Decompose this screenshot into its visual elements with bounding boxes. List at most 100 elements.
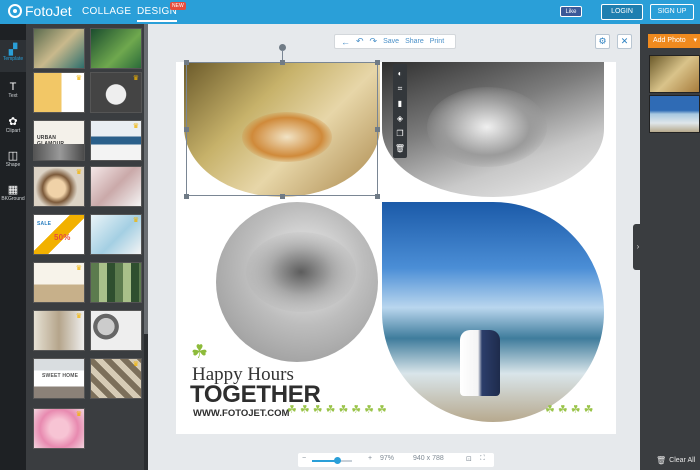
template-thumb[interactable]: [90, 310, 142, 351]
template-thumb[interactable]: ♛: [90, 358, 142, 399]
fit-screen-icon[interactable]: ⊡: [466, 455, 472, 463]
template-scrollbar-thumb[interactable]: [144, 24, 148, 334]
resize-handle[interactable]: [280, 194, 285, 199]
premium-crown-icon: ♛: [75, 265, 82, 272]
template-thumb[interactable]: ♛: [33, 262, 85, 303]
zoom-bar: − + 97% 940 x 788 ⊡ ⛶: [298, 453, 494, 467]
premium-crown-icon: ♛: [132, 123, 139, 130]
zoom-slider-knob[interactable]: [333, 457, 341, 464]
background-icon: ▦: [7, 184, 19, 196]
template-thumb[interactable]: SALE 50%: [33, 214, 85, 255]
crop-icon[interactable]: ⌗: [393, 82, 407, 96]
template-panel: ♛ ♛ URBAN GLAMOUR ♛ ♛ SALE 50% ♛ ♛ ♛ SWE…: [26, 24, 148, 470]
canvas-size: 940 x 788: [413, 455, 444, 462]
zoom-percent: 97%: [380, 455, 395, 462]
template-thumb[interactable]: [90, 166, 142, 207]
clover-clipart-icon[interactable]: ☘: [191, 343, 208, 362]
clover-row-icon[interactable]: ☘☘☘☘: [545, 405, 596, 416]
new-badge: NEW: [170, 2, 186, 10]
tool-shape[interactable]: ◫ Shape: [0, 146, 26, 178]
layer-icon[interactable]: ◈: [393, 112, 407, 126]
shape-icon: ◫: [7, 150, 19, 162]
template-thumb[interactable]: ♛: [90, 120, 142, 161]
tool-shape-label: Shape: [5, 162, 21, 168]
uploaded-photo-thumb[interactable]: [649, 55, 700, 93]
add-photo-button[interactable]: Add Photo ▾: [648, 34, 700, 48]
tool-text[interactable]: T Text: [0, 78, 26, 110]
clear-all-label: Clear All: [669, 457, 696, 464]
template-thumb[interactable]: ♛: [33, 166, 85, 207]
clipart-icon: ✿: [8, 116, 18, 128]
template-thumb[interactable]: ♛: [33, 72, 85, 113]
cat-photo: [246, 232, 356, 312]
photo-frame-cat-lying[interactable]: [216, 202, 378, 362]
panel-collapse-chevron-icon[interactable]: ›: [633, 224, 643, 270]
settings-gear-icon[interactable]: ⚙: [595, 34, 610, 49]
share-button[interactable]: Share: [405, 38, 424, 45]
logo-text: FotoJet: [25, 3, 72, 19]
premium-crown-icon: ♛: [75, 75, 82, 82]
template-title-sale: SALE: [37, 221, 52, 227]
duplicate-icon[interactable]: ❐: [393, 127, 407, 141]
uploaded-photo-thumb[interactable]: [649, 95, 700, 133]
fullscreen-icon[interactable]: ⛶: [480, 455, 485, 463]
photo-frame-beach-couple[interactable]: [382, 202, 604, 422]
zoom-in-icon[interactable]: +: [368, 455, 372, 462]
tool-sidebar: ▞ Template T Text ✿ Clipart ◫ Shape ▦ BK…: [0, 24, 26, 470]
resize-handle[interactable]: [280, 60, 285, 65]
resize-handle[interactable]: [375, 127, 380, 132]
facebook-like-button[interactable]: Like: [560, 6, 582, 17]
photo-frame-cat-sleeping[interactable]: [382, 62, 604, 197]
premium-crown-icon: ♛: [132, 361, 139, 368]
template-thumb[interactable]: [90, 262, 142, 303]
nav-collage[interactable]: COLLAGE: [82, 6, 131, 17]
fotojet-logo[interactable]: FotoJet: [8, 3, 72, 19]
signup-button[interactable]: SIGN UP: [650, 4, 694, 20]
tool-background-label: BKGround: [1, 196, 25, 202]
tool-clipart[interactable]: ✿ Clipart: [0, 112, 26, 144]
premium-crown-icon: ♛: [132, 75, 139, 82]
flip-icon[interactable]: ▮: [393, 97, 407, 111]
tool-template[interactable]: ▞ Template: [0, 40, 26, 72]
trash-icon: 🗑: [656, 456, 667, 465]
add-photo-label: Add Photo: [653, 37, 686, 44]
cat-photo: [427, 87, 547, 167]
close-icon[interactable]: ✕: [617, 34, 632, 49]
redo-icon[interactable]: ↷: [370, 36, 378, 47]
template-sale-percent: 50%: [54, 233, 71, 242]
premium-crown-icon: ♛: [75, 411, 82, 418]
editor-toolbar: ← ↶ ↷ Save Share Print: [334, 34, 456, 49]
template-thumb[interactable]: SWEET HOME: [33, 358, 85, 399]
selection-box[interactable]: [186, 62, 378, 196]
template-thumb[interactable]: ♛: [90, 214, 142, 255]
filter-icon[interactable]: ◐: [393, 67, 407, 81]
tool-background[interactable]: ▦ BKGround: [0, 180, 26, 212]
template-thumb[interactable]: [90, 28, 142, 69]
delete-icon[interactable]: 🗑: [393, 142, 407, 156]
resize-handle[interactable]: [184, 194, 189, 199]
top-bar: FotoJet COLLAGE DESIGN NEW Like LOGIN SI…: [0, 0, 700, 24]
save-button[interactable]: Save: [383, 38, 399, 45]
print-button[interactable]: Print: [430, 38, 444, 45]
zoom-out-icon[interactable]: −: [302, 455, 306, 462]
resize-handle[interactable]: [375, 194, 380, 199]
login-button[interactable]: LOGIN: [601, 4, 643, 20]
tool-text-label: Text: [8, 93, 18, 99]
resize-handle[interactable]: [184, 60, 189, 65]
back-arrow-icon[interactable]: ←: [341, 37, 350, 47]
resize-handle[interactable]: [184, 127, 189, 132]
premium-crown-icon: ♛: [75, 169, 82, 176]
tool-template-label: Template: [2, 56, 24, 62]
resize-handle[interactable]: [375, 60, 380, 65]
clover-row-icon[interactable]: ☘☘☘☘☘☘☘☘: [287, 405, 390, 416]
website-text[interactable]: WWW.FOTOJET.COM: [193, 408, 289, 419]
template-thumb[interactable]: ♛: [33, 408, 85, 449]
clear-all-button[interactable]: 🗑 Clear All: [656, 456, 695, 465]
template-thumb[interactable]: ♛: [33, 310, 85, 351]
premium-crown-icon: ♛: [132, 217, 139, 224]
template-thumb[interactable]: ♛: [90, 72, 142, 113]
text-icon: T: [9, 81, 17, 93]
template-thumb[interactable]: URBAN GLAMOUR: [33, 120, 85, 161]
undo-icon[interactable]: ↶: [356, 36, 364, 47]
template-thumb[interactable]: [33, 28, 85, 69]
